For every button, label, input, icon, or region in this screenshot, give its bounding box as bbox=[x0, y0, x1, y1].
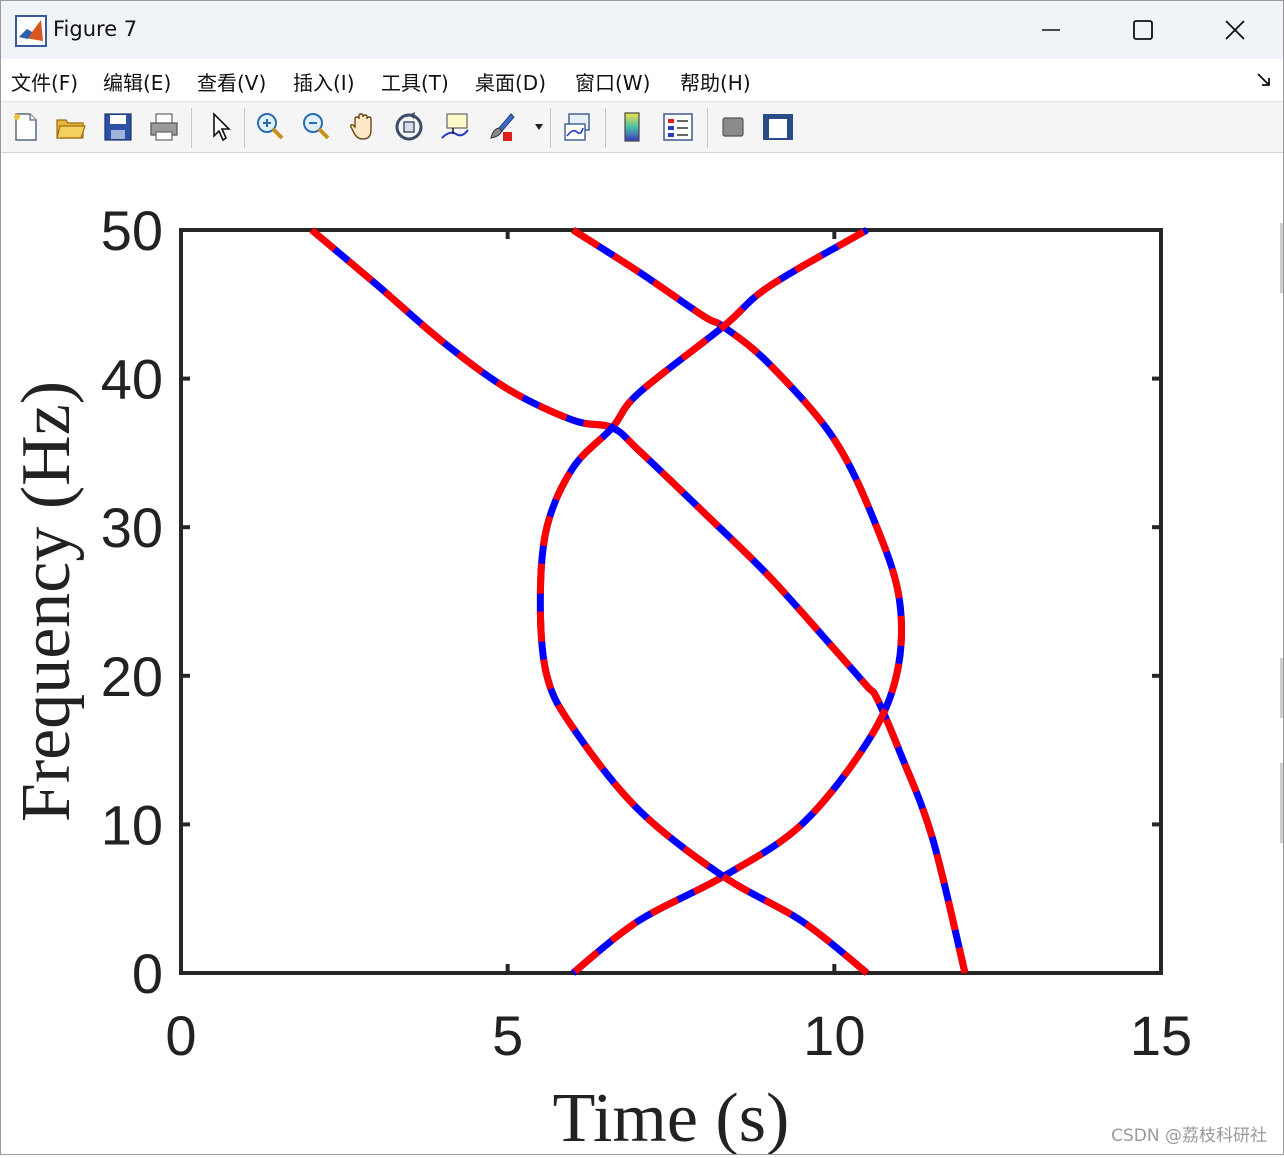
menu-edit[interactable]: 编辑(E) bbox=[103, 67, 171, 96]
pointer-icon[interactable] bbox=[203, 110, 237, 144]
maximize-icon bbox=[1133, 20, 1153, 40]
save-icon[interactable] bbox=[101, 110, 135, 144]
data-cursor-icon[interactable] bbox=[438, 110, 472, 144]
scroll-indicator bbox=[1280, 763, 1283, 843]
menu-file[interactable]: 文件(F) bbox=[11, 67, 78, 96]
toolbar-separator bbox=[191, 108, 192, 148]
maximize-button[interactable] bbox=[1097, 1, 1189, 59]
show-plot-tools-icon[interactable] bbox=[761, 110, 795, 144]
scroll-indicator bbox=[1280, 658, 1283, 718]
minimize-button[interactable] bbox=[1005, 1, 1097, 59]
x-axis-label: Time (s) bbox=[553, 1080, 790, 1154]
x-tick-label: 15 bbox=[1130, 1004, 1192, 1067]
y-tick-label: 50 bbox=[101, 199, 163, 262]
brush-dropdown-icon[interactable] bbox=[533, 122, 545, 132]
figure-toolbar bbox=[1, 102, 1283, 153]
open-file-icon[interactable] bbox=[54, 110, 88, 144]
y-tick-label: 0 bbox=[132, 942, 163, 1005]
window-title: Figure 7 bbox=[53, 17, 138, 41]
y-tick-label: 10 bbox=[101, 793, 163, 856]
title-bar[interactable]: Figure 7 bbox=[1, 1, 1283, 59]
zoom-in-icon[interactable] bbox=[253, 110, 287, 144]
zoom-out-icon[interactable] bbox=[299, 110, 333, 144]
scroll-indicator bbox=[1280, 223, 1283, 293]
figure-canvas: 0 5 10 15 0 10 20 30 40 50 Time (s) Frequency (Hz) … bbox=[1, 153, 1283, 1157]
menu-bar: 文件(F) 编辑(E) 查看(V) 插入(I) 工具(T) 桌面(D) 窗口(W… bbox=[1, 59, 1283, 102]
menu-view[interactable]: 查看(V) bbox=[197, 67, 266, 96]
menu-help[interactable]: 帮助(H) bbox=[680, 67, 751, 96]
y-tick-label: 40 bbox=[101, 348, 163, 411]
new-figure-icon[interactable] bbox=[9, 110, 43, 144]
print-icon[interactable] bbox=[147, 110, 181, 144]
x-tick-label: 5 bbox=[492, 1004, 523, 1067]
menu-window[interactable]: 窗口(W) bbox=[575, 67, 650, 96]
dock-arrow-icon[interactable] bbox=[1255, 71, 1273, 89]
toolbar-separator bbox=[244, 108, 245, 148]
rotate-3d-icon[interactable] bbox=[392, 110, 426, 144]
chart: 0 5 10 15 0 10 20 30 40 50 Time (s) Frequency (Hz) bbox=[8, 199, 1192, 1157]
y-axis-label: Frequency (Hz) bbox=[8, 381, 85, 822]
legend-icon[interactable] bbox=[661, 110, 695, 144]
hide-plot-tools-icon[interactable] bbox=[716, 110, 750, 144]
y-tick-label: 30 bbox=[101, 496, 163, 559]
y-tick-label: 20 bbox=[101, 645, 163, 708]
matlab-logo-icon bbox=[15, 15, 47, 47]
watermark-text: CSDN @荔枝科研社 bbox=[1111, 1126, 1267, 1146]
link-plot-icon[interactable] bbox=[561, 110, 595, 144]
colorbar-icon[interactable] bbox=[615, 110, 649, 144]
menu-insert[interactable]: 插入(I) bbox=[293, 67, 355, 96]
toolbar-separator bbox=[550, 108, 551, 148]
brush-icon[interactable] bbox=[485, 110, 519, 144]
minimize-icon bbox=[1042, 29, 1060, 31]
close-icon bbox=[1225, 20, 1245, 40]
menu-desktop[interactable]: 桌面(D) bbox=[475, 67, 546, 96]
x-tick-label: 0 bbox=[165, 1004, 196, 1067]
menu-tools[interactable]: 工具(T) bbox=[381, 67, 449, 96]
x-tick-label: 10 bbox=[803, 1004, 865, 1067]
close-button[interactable] bbox=[1189, 1, 1281, 59]
toolbar-separator bbox=[605, 108, 606, 148]
figure-window: Figure 7 文件(F) 编辑(E) 查看(V) 插入(I) 工具(T) 桌… bbox=[0, 0, 1284, 1157]
toolbar-separator bbox=[707, 108, 708, 148]
pan-hand-icon[interactable] bbox=[346, 110, 380, 144]
plot-area bbox=[179, 228, 1163, 975]
